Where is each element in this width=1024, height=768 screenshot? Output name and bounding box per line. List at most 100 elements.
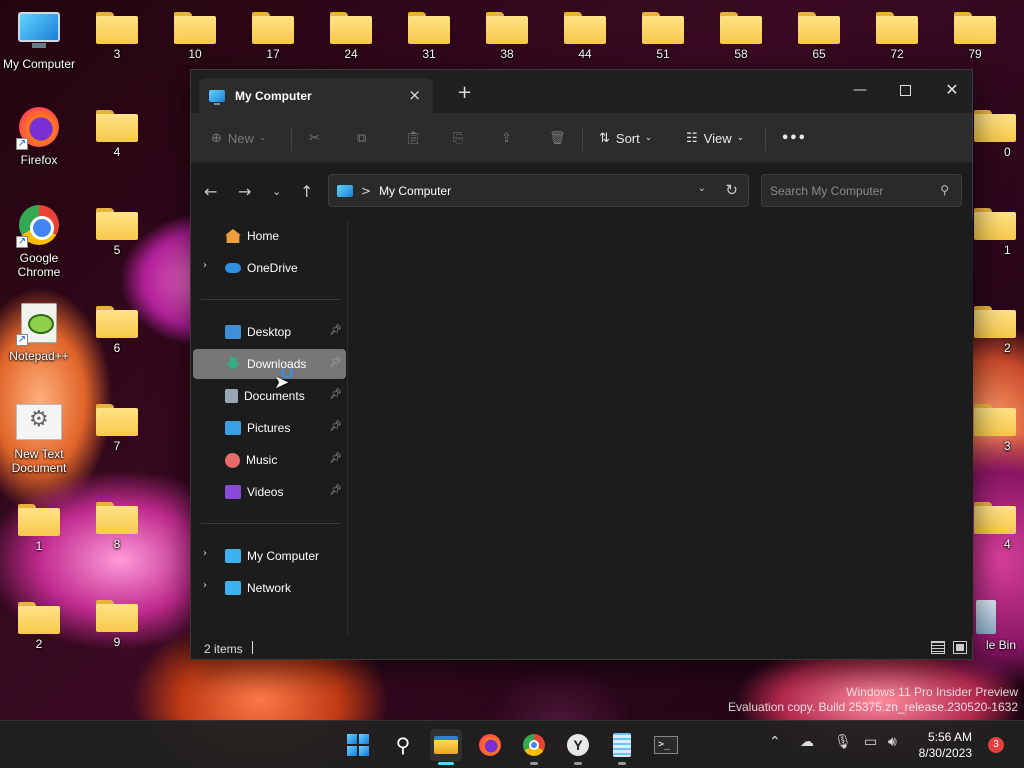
desktop-folder[interactable]: 1 [0,500,78,553]
scissors-icon: ✂ [309,130,320,146]
close-tab-icon[interactable]: × [408,86,421,104]
notification-badge[interactable]: 3 [988,737,1004,753]
desktop-folder[interactable]: 72 [858,8,936,61]
sidebar-item-label: Music [246,453,278,467]
desktop-icon-notepadpp[interactable]: ↗ Notepad++ [0,300,78,363]
tab-my-computer[interactable]: My Computer × [199,78,433,113]
copy-button[interactable]: ⧉ [357,126,366,150]
desktop-icon-firefox[interactable]: ↗ Firefox [0,104,78,167]
microphone-icon[interactable]: 🎙︎ [834,734,852,750]
more-options-button[interactable]: ••• [781,126,806,150]
sidebar-item-downloads[interactable]: Downloads 📌︎ [193,349,346,379]
firefox-icon: ↗ [16,104,62,150]
file-list-area[interactable] [348,219,973,637]
taskbar-chrome[interactable] [518,729,550,765]
new-button[interactable]: ⊕ New ⌄ [211,126,266,150]
minimize-button[interactable]: — [840,76,880,104]
sidebar-item-desktop[interactable]: Desktop 📌︎ [193,317,346,347]
taskbar-search-button[interactable]: ⚲ [387,729,419,761]
taskbar-notepad[interactable] [606,729,638,765]
desktop-folder[interactable]: 3 [78,8,156,61]
desktop-folder[interactable]: 51 [624,8,702,61]
desktop-folder[interactable]: 8 [78,498,156,551]
monitor-icon [16,8,62,54]
chevron-down-icon: ⌄ [644,133,653,143]
search-box[interactable]: ⚲ [761,174,962,207]
chevron-right-icon[interactable]: › [203,260,207,271]
forward-button[interactable]: → [238,182,251,201]
desktop-icon-my-computer[interactable]: My Computer [0,8,78,71]
desktop-folder[interactable]: 79 [936,8,1014,61]
desktop-icon-chrome[interactable]: ↗ Google Chrome [0,202,78,279]
sidebar-item-videos[interactable]: Videos 📌︎ [193,477,346,507]
taskbar-terminal[interactable]: >_ [650,729,682,761]
desktop-folder[interactable]: 10 [156,8,234,61]
desktop-folder[interactable]: 65 [780,8,858,61]
cloud-icon [225,263,241,273]
videos-icon [225,485,241,499]
maximize-button[interactable] [885,76,925,104]
desktop-folder[interactable]: 24 [312,8,390,61]
back-button[interactable]: ← [204,182,217,201]
running-indicator [438,762,454,765]
chevron-right-icon[interactable]: › [203,580,207,591]
desktop-folder[interactable]: 4 [78,106,156,159]
large-icons-view-button[interactable] [953,641,967,654]
close-button[interactable]: ✕ [932,76,972,104]
taskbar-yandex[interactable]: Y [562,729,594,765]
paste-button[interactable]: 📋︎ [405,126,422,150]
sort-button[interactable]: ⇅ Sort ⌄ [599,126,652,150]
taskbar-clock[interactable]: 5:56 AM 8/30/2023 [919,729,972,761]
details-view-button[interactable] [931,641,945,654]
volume-icon[interactable]: 🔊︎ [888,734,897,750]
desktop-folder[interactable]: 58 [702,8,780,61]
desktop-folder[interactable]: 2 [0,598,78,651]
title-bar[interactable]: My Computer × + — ✕ [191,70,972,113]
desktop-icon-new-text-document[interactable]: New Text Document [0,398,78,475]
onedrive-tray-icon[interactable]: ☁ [800,734,814,750]
view-label: View [703,130,732,146]
sidebar-item-label: Desktop [247,325,292,339]
taskbar-firefox[interactable] [474,729,506,761]
network-icon [225,581,241,595]
cut-button[interactable]: ✂ [309,126,320,150]
sidebar-item-my-computer[interactable]: › My Computer [193,541,346,571]
desktop-folder[interactable]: 17 [234,8,312,61]
sidebar-item-documents[interactable]: Documents 📌︎ [193,381,346,411]
sidebar-item-music[interactable]: Music 📌︎ [193,445,346,475]
share-button[interactable]: ⇪ [501,126,512,150]
desktop-folder[interactable]: 9 [78,596,156,649]
new-tab-button[interactable]: + [457,82,472,103]
desktop-folder[interactable]: 7 [78,400,156,453]
desktop-folder[interactable]: 5 [78,204,156,257]
folder-icon [330,12,372,44]
desktop-folder[interactable]: 6 [78,302,156,355]
show-hidden-icons-button[interactable]: ⌃ [769,734,781,750]
network-tray-icon[interactable]: ▭ [864,734,877,750]
pin-icon: 📌︎ [329,325,342,336]
refresh-button[interactable]: ↻ [725,181,738,199]
desktop-icon-label: 72 [890,47,904,61]
item-count: 2 items [204,642,243,656]
rename-button[interactable]: ⎘ [453,126,463,150]
desktop-folder[interactable]: 31 [390,8,468,61]
sidebar-item-pictures[interactable]: Pictures 📌︎ [193,413,346,443]
sidebar-item-home[interactable]: Home [193,221,346,251]
desktop-icon-label: 0 [1004,145,1011,159]
chevron-right-icon[interactable]: › [203,548,207,559]
delete-button[interactable]: 🗑︎ [549,126,566,150]
desktop-folder[interactable]: 44 [546,8,624,61]
recent-locations-button[interactable]: ⌄ [272,185,281,198]
folder-icon [642,12,684,44]
taskbar-file-explorer[interactable] [430,729,462,765]
view-button[interactable]: ☷ View ⌄ [686,126,744,150]
sidebar-item-network[interactable]: › Network [193,573,346,603]
desktop-folder[interactable]: 38 [468,8,546,61]
address-history-dropdown[interactable]: ⌄ [698,183,706,194]
start-button[interactable] [342,729,374,761]
search-input[interactable] [770,183,930,198]
breadcrumb-my-computer[interactable]: My Computer [379,184,451,198]
up-button[interactable]: ↑ [300,182,313,201]
sidebar-item-onedrive[interactable]: › OneDrive [193,253,346,283]
address-bar[interactable]: > My Computer ⌄ ↻ [328,174,749,207]
